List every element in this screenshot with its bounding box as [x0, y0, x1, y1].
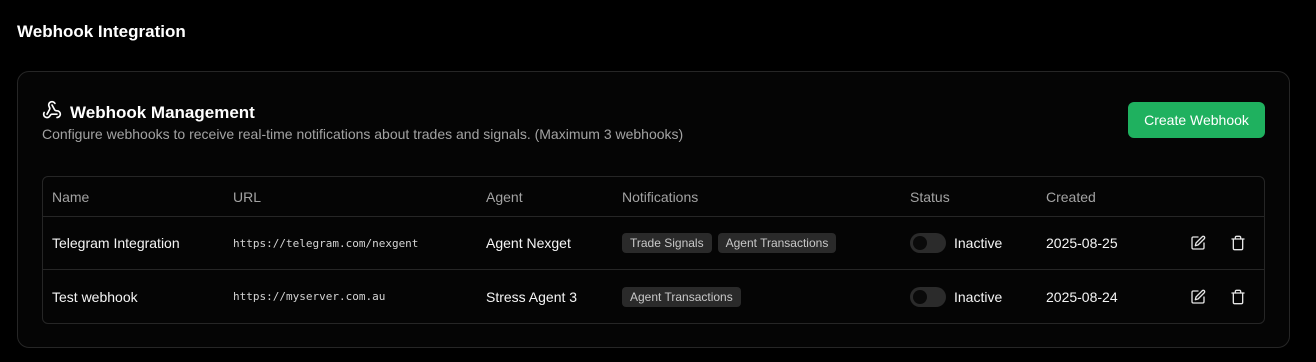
status-cell: Inactive [910, 270, 1002, 323]
table-row: Telegram Integration https://telegram.co… [43, 217, 1264, 270]
card-header: Webhook Management [42, 100, 255, 125]
created-date: 2025-08-24 [1046, 288, 1118, 305]
notification-badge: Agent Transactions [717, 233, 837, 253]
actions-cell [1188, 217, 1248, 269]
edit-icon[interactable] [1188, 233, 1208, 253]
column-header-status: Status [910, 188, 950, 205]
column-header-created: Created [1046, 188, 1096, 205]
notifications-cell: Agent Transactions [622, 270, 741, 323]
column-header-url: URL [233, 188, 262, 205]
trash-icon[interactable] [1228, 233, 1248, 253]
toggle-knob [913, 236, 927, 250]
edit-icon[interactable] [1188, 287, 1208, 307]
webhook-icon [42, 100, 62, 125]
webhook-agent: Stress Agent 3 [486, 288, 578, 305]
webhook-name: Telegram Integration [52, 235, 180, 251]
page-title: Webhook Integration [17, 22, 186, 41]
notification-badge: Agent Transactions [622, 286, 741, 307]
webhooks-table: Name URL Agent Notifications Status Crea… [42, 176, 1265, 324]
trash-icon[interactable] [1228, 287, 1248, 307]
table-header-row: Name URL Agent Notifications Status Crea… [43, 177, 1264, 217]
card-description: Configure webhooks to receive real-time … [42, 126, 684, 142]
status-toggle[interactable] [910, 233, 946, 253]
notification-badge: Trade Signals [622, 233, 712, 253]
webhook-url: https://myserver.com.au [233, 290, 386, 303]
webhook-agent: Agent Nexget [486, 235, 571, 251]
column-header-notifications: Notifications [622, 188, 699, 205]
webhook-name: Test webhook [52, 288, 138, 305]
column-header-name: Name [52, 188, 90, 205]
toggle-knob [913, 289, 927, 304]
status-toggle[interactable] [910, 286, 946, 307]
status-cell: Inactive [910, 217, 1002, 269]
status-label: Inactive [954, 235, 1003, 251]
card-title: Webhook Management [70, 102, 255, 122]
webhook-management-card: Webhook Management Configure webhooks to… [17, 71, 1290, 348]
status-label: Inactive [954, 288, 1003, 305]
table-row: Test webhook https://myserver.com.au Str… [43, 270, 1264, 323]
column-header-agent: Agent [486, 188, 523, 205]
create-webhook-button[interactable]: Create Webhook [1128, 102, 1265, 138]
actions-cell [1188, 270, 1248, 323]
webhook-url: https://telegram.com/nexgent [233, 236, 419, 250]
notifications-cell: Trade Signals Agent Transactions [622, 217, 837, 269]
created-date: 2025-08-25 [1046, 235, 1118, 251]
